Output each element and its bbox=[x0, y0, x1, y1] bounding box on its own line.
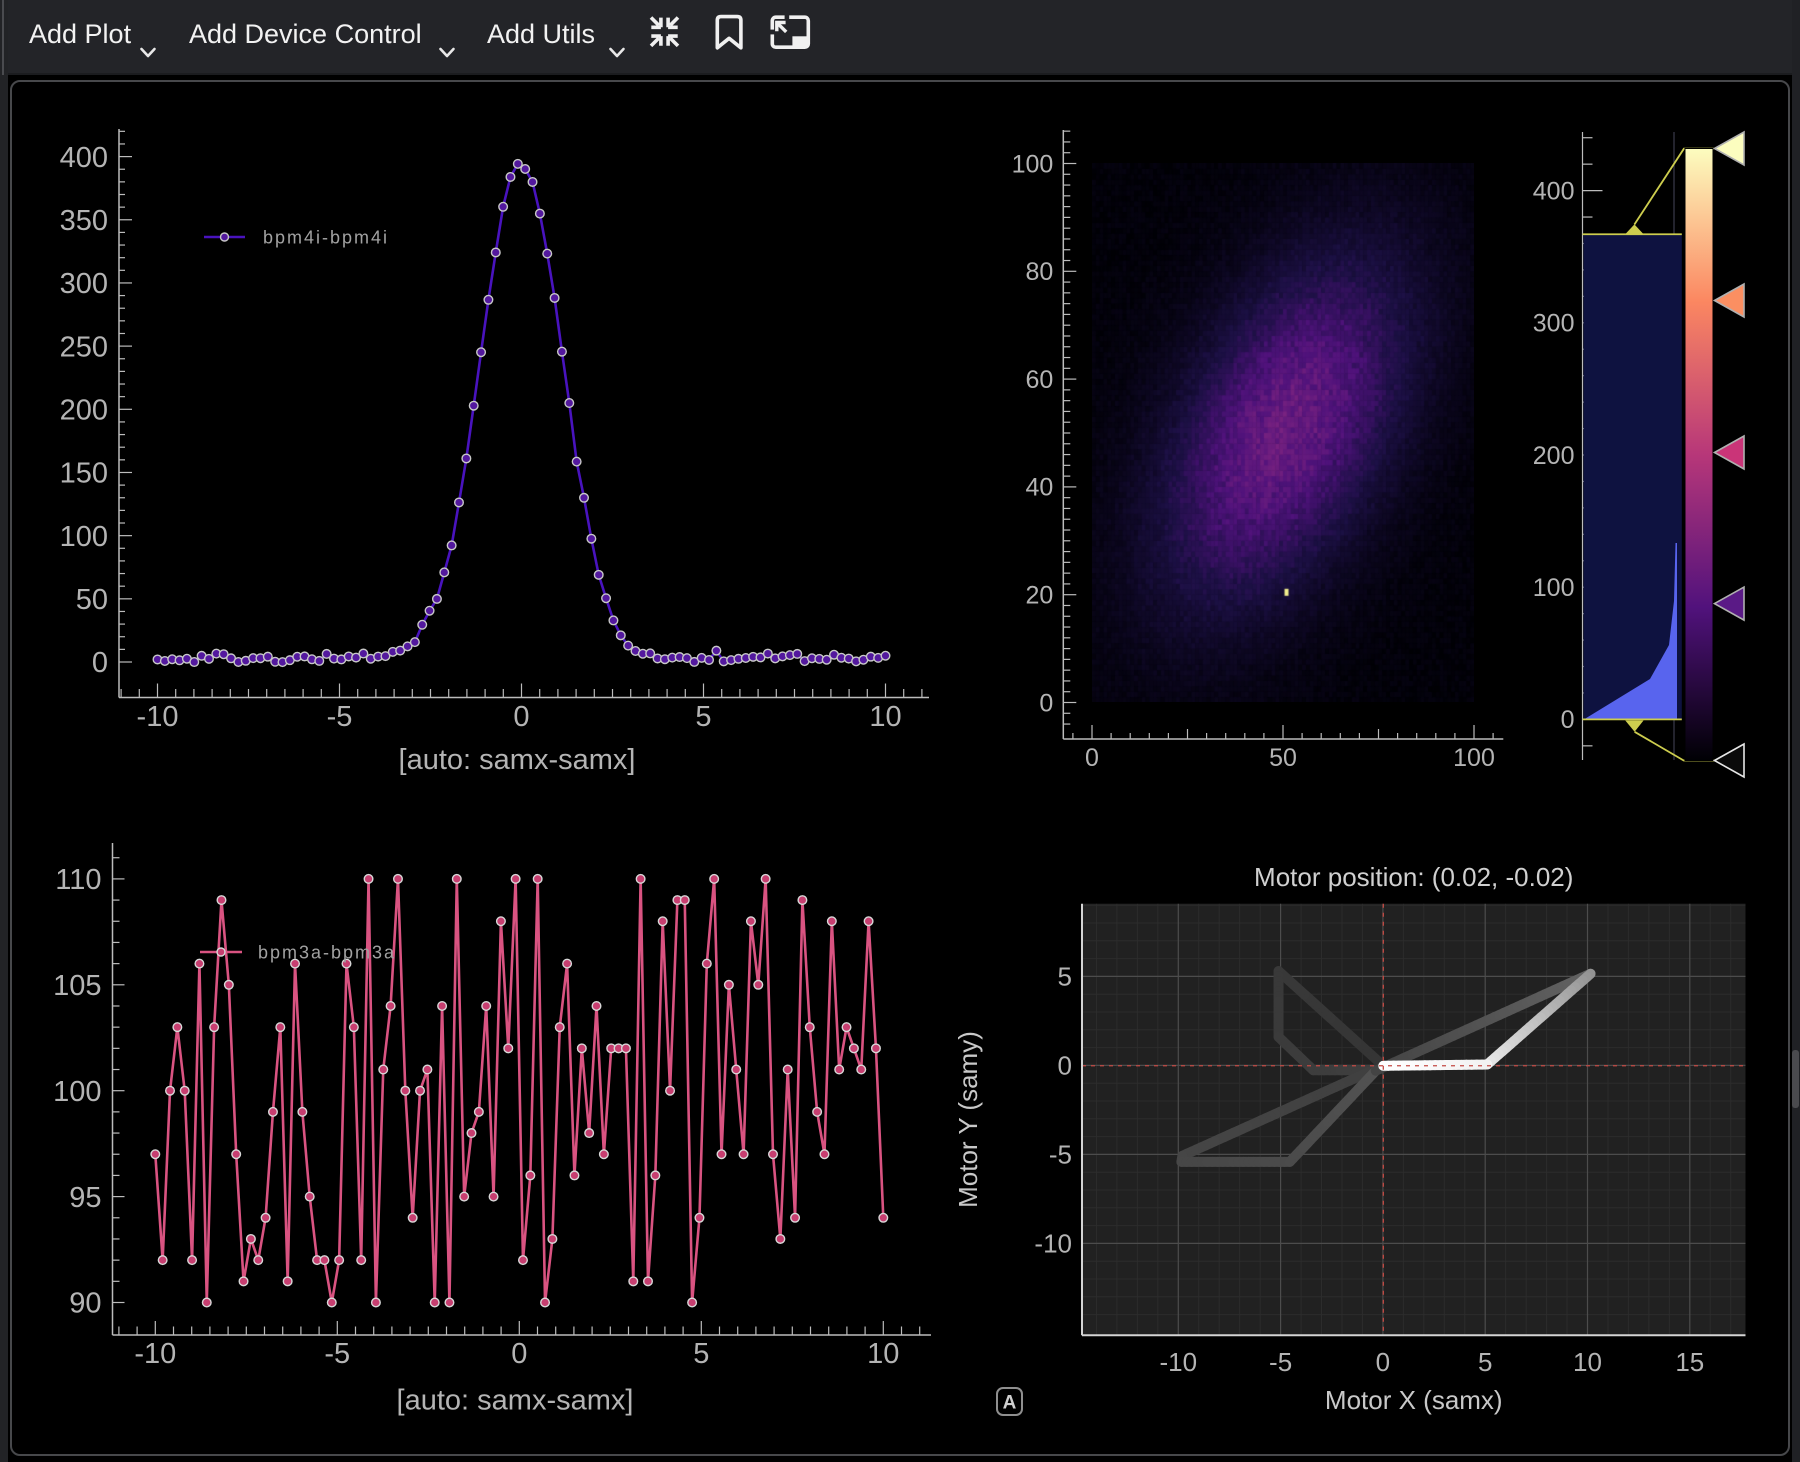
svg-text:200: 200 bbox=[1533, 442, 1575, 470]
svg-text:0: 0 bbox=[1039, 689, 1053, 717]
svg-text:-5: -5 bbox=[324, 1338, 350, 1370]
svg-text:0: 0 bbox=[511, 1338, 527, 1370]
svg-text:100: 100 bbox=[53, 1076, 101, 1108]
svg-text:105: 105 bbox=[53, 970, 101, 1002]
svg-text:[auto: samx-samx]: [auto: samx-samx] bbox=[399, 744, 636, 776]
svg-text:50: 50 bbox=[1269, 744, 1297, 772]
svg-text:bpm4i-bpm4i: bpm4i-bpm4i bbox=[263, 227, 389, 247]
svg-text:40: 40 bbox=[1025, 474, 1053, 502]
svg-text:400: 400 bbox=[1533, 177, 1575, 205]
svg-text:-10: -10 bbox=[1160, 1347, 1198, 1377]
svg-text:60: 60 bbox=[1025, 366, 1053, 394]
svg-text:5: 5 bbox=[695, 701, 711, 733]
svg-text:10: 10 bbox=[867, 1338, 899, 1370]
svg-text:-5: -5 bbox=[1049, 1140, 1072, 1170]
svg-text:100: 100 bbox=[1533, 574, 1575, 602]
svg-text:80: 80 bbox=[1025, 258, 1053, 286]
svg-text:-10: -10 bbox=[134, 1338, 176, 1370]
svg-text:Motor position: (0.02, -0.02): Motor position: (0.02, -0.02) bbox=[1254, 862, 1573, 892]
svg-text:5: 5 bbox=[1478, 1347, 1492, 1377]
svg-text:Motor X (samx): Motor X (samx) bbox=[1325, 1385, 1503, 1415]
svg-text:Motor Y (samy): Motor Y (samy) bbox=[953, 1031, 983, 1208]
svg-text:350: 350 bbox=[60, 205, 108, 237]
svg-text:-5: -5 bbox=[1269, 1347, 1292, 1377]
svg-text:-10: -10 bbox=[137, 701, 179, 733]
svg-text:0: 0 bbox=[513, 701, 529, 733]
svg-text:300: 300 bbox=[60, 268, 108, 300]
svg-text:0: 0 bbox=[1085, 744, 1099, 772]
svg-text:50: 50 bbox=[76, 584, 108, 616]
svg-text:bpm3a-bpm3a: bpm3a-bpm3a bbox=[258, 942, 396, 962]
svg-text:0: 0 bbox=[92, 647, 108, 679]
svg-text:10: 10 bbox=[869, 701, 901, 733]
svg-text:110: 110 bbox=[55, 864, 101, 896]
svg-text:-5: -5 bbox=[327, 701, 353, 733]
svg-text:10: 10 bbox=[1573, 1347, 1602, 1377]
svg-text:5: 5 bbox=[693, 1338, 709, 1370]
svg-text:100: 100 bbox=[1012, 150, 1054, 178]
svg-text:5: 5 bbox=[1058, 962, 1072, 992]
svg-text:300: 300 bbox=[1533, 310, 1575, 338]
svg-text:15: 15 bbox=[1675, 1347, 1704, 1377]
svg-text:20: 20 bbox=[1025, 581, 1053, 609]
svg-text:250: 250 bbox=[60, 331, 108, 363]
svg-text:400: 400 bbox=[60, 142, 108, 174]
svg-text:-10: -10 bbox=[1034, 1229, 1072, 1259]
svg-text:0: 0 bbox=[1561, 706, 1575, 734]
svg-text:A: A bbox=[1003, 1393, 1017, 1414]
svg-text:200: 200 bbox=[60, 394, 108, 426]
svg-text:0: 0 bbox=[1058, 1051, 1072, 1081]
svg-text:[auto: samx-samx]: [auto: samx-samx] bbox=[397, 1385, 634, 1417]
svg-text:90: 90 bbox=[69, 1288, 101, 1320]
svg-text:95: 95 bbox=[69, 1182, 101, 1214]
svg-text:0: 0 bbox=[1376, 1347, 1390, 1377]
svg-text:150: 150 bbox=[60, 458, 108, 490]
svg-text:100: 100 bbox=[60, 521, 108, 553]
svg-text:100: 100 bbox=[1453, 744, 1495, 772]
